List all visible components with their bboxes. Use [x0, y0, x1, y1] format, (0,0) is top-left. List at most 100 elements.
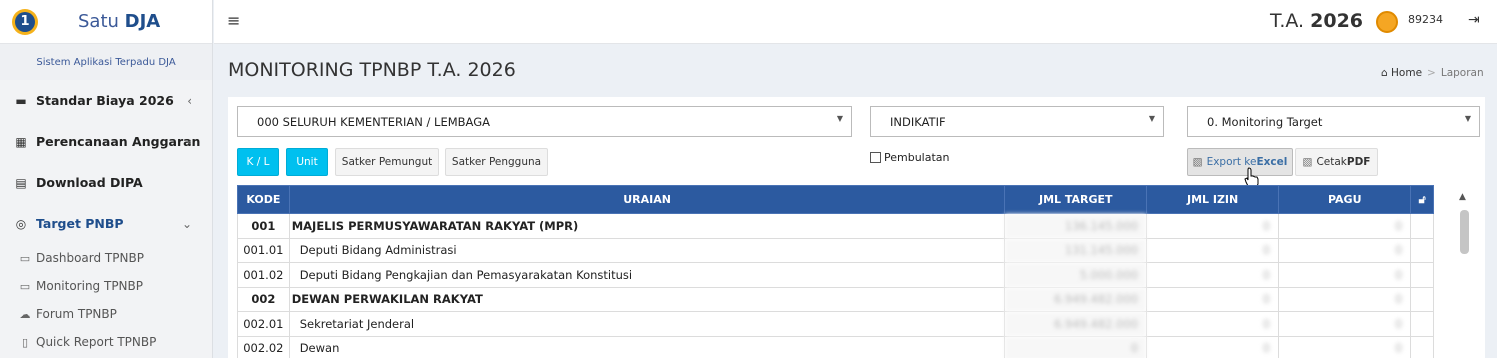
cell-jml-izin: 0	[1146, 237, 1280, 263]
chevron-left-icon: ‹	[187, 93, 192, 108]
cell-kode: 002.02	[237, 335, 290, 358]
page-title: MONITORING TPNBP T.A. 2026	[228, 59, 516, 81]
fiscal-year-label: T.A. 2026	[1270, 10, 1364, 32]
caret-down-icon: ▼	[1148, 114, 1155, 123]
cell-jml-target: 136.145.000	[1004, 213, 1148, 239]
monitor-icon: ▭	[19, 279, 31, 293]
cell-kode: 002.01	[237, 311, 290, 337]
cell-uraian: Deputi Bidang Pengkajian dan Pemasyaraka…	[288, 262, 1006, 288]
header-jml-izin[interactable]: JML IZIN	[1146, 185, 1280, 214]
table-row[interactable]: 002 DEWAN PERWAKILAN RAKYAT 6.949.482.00…	[237, 286, 1434, 312]
header-uraian[interactable]: URAIAN	[288, 185, 1006, 214]
cell-jml-izin: 0	[1146, 286, 1280, 312]
sidebar-subitem-quick-report-tpnbp[interactable]: ▯ Quick Report TPNBP	[0, 328, 212, 356]
cell-pagu: 0	[1278, 335, 1412, 358]
cell-kode: 002	[237, 286, 290, 312]
kl-button[interactable]: K / L	[237, 148, 279, 176]
cell-empty	[1410, 311, 1434, 337]
cloud-icon: ☁	[19, 307, 31, 321]
cell-uraian: Sekretariat Jenderal	[288, 311, 1006, 337]
table-row[interactable]: 002.01 Sekretariat Jenderal 6.949.482.00…	[237, 311, 1434, 337]
caret-down-icon: ▼	[1464, 114, 1471, 123]
hamburger-menu-icon[interactable]: ≡	[227, 11, 240, 30]
cell-jml-izin: 0	[1146, 335, 1280, 358]
cetak-pdf-button[interactable]: ▧ Cetak PDF	[1295, 148, 1378, 176]
cell-pagu: 0	[1278, 286, 1412, 312]
user-avatar[interactable]	[1376, 11, 1398, 33]
scroll-up-arrow-icon[interactable]: ▲	[1459, 192, 1466, 202]
breadcrumb-home[interactable]: Home	[1391, 67, 1422, 79]
cell-pagu: 0	[1278, 213, 1412, 239]
cell-kode: 001.02	[237, 262, 290, 288]
export-excel-button[interactable]: ▧ Export ke Excel	[1187, 148, 1293, 176]
table-row[interactable]: 001.02 Deputi Bidang Pengkajian dan Pema…	[237, 262, 1434, 288]
target-icon: ◎	[15, 216, 27, 231]
home-icon: ⌂	[1381, 67, 1388, 79]
chevron-down-icon: ⌄	[181, 216, 192, 231]
sidebar: 1 Satu DJA Sistem Aplikasi Terpadu DJA ▬…	[0, 0, 213, 358]
sidebar-subitem-forum-tpnbp[interactable]: ☁ Forum TPNBP	[0, 300, 212, 328]
system-title: Sistem Aplikasi Terpadu DJA	[0, 44, 212, 80]
cell-empty	[1410, 213, 1434, 239]
cell-pagu: 0	[1278, 262, 1412, 288]
app-name: Satu DJA	[78, 11, 161, 32]
satker-pengguna-button[interactable]: Satker Pengguna	[445, 148, 548, 176]
kementerian-select[interactable]: 000 SELURUH KEMENTERIAN / LEMBAGA ▼	[237, 106, 852, 137]
breadcrumb-separator-icon: >	[1427, 67, 1436, 79]
pembulatan-option[interactable]: Pembulatan	[870, 151, 950, 164]
lock-icon[interactable]: 🔓︎	[1410, 185, 1434, 214]
sidebar-item-perencanaan-anggaran[interactable]: ▦ Perencanaan Anggaran ‹	[0, 121, 212, 162]
sidebar-item-standar-biaya[interactable]: ▬ Standar Biaya 2026 ‹	[0, 80, 212, 121]
logout-icon[interactable]: ⇥	[1468, 12, 1480, 28]
sidebar-subitem-monitoring-tpnbp[interactable]: ▭ Monitoring TPNBP	[0, 272, 212, 300]
cell-jml-izin: 0	[1146, 262, 1280, 288]
laporan-select[interactable]: 0. Monitoring Target ▼	[1187, 106, 1480, 137]
jenis-select[interactable]: INDIKATIF ▼	[870, 106, 1164, 137]
calculator-icon: ▦	[15, 134, 27, 149]
cell-empty	[1410, 286, 1434, 312]
app-logo[interactable]: 1 Satu DJA	[0, 0, 212, 44]
cell-pagu: 0	[1278, 237, 1412, 263]
user-id[interactable]: 89234	[1408, 13, 1443, 26]
sidebar-subitem-label: Monitoring TPNBP	[36, 279, 143, 293]
cell-jml-target: 5.000.000	[1004, 262, 1148, 288]
kementerian-select-value: 000 SELURUH KEMENTERIAN / LEMBAGA	[257, 114, 490, 129]
cell-kode: 001	[237, 213, 290, 239]
file-icon: ▤	[15, 175, 27, 190]
header-pagu[interactable]: PAGU	[1278, 185, 1412, 214]
header-jml-target[interactable]: JML TARGET	[1004, 185, 1148, 214]
top-navbar: ≡ T.A. 2026 89234 ⇥	[214, 0, 1497, 44]
unit-button[interactable]: Unit	[286, 148, 328, 176]
cell-uraian: MAJELIS PERMUSYAWARATAN RAKYAT (MPR)	[288, 213, 1006, 239]
table-row[interactable]: 001 MAJELIS PERMUSYAWARATAN RAKYAT (MPR)…	[237, 213, 1434, 239]
table-row[interactable]: 001.01 Deputi Bidang Administrasi 131.14…	[237, 237, 1434, 263]
cell-uraian: DEWAN PERWAKILAN RAKYAT	[288, 286, 1006, 312]
scrollbar-thumb[interactable]	[1460, 210, 1469, 254]
caret-down-icon: ▼	[836, 114, 843, 123]
excel-file-icon: ▧	[1192, 156, 1203, 168]
cell-jml-target: 6.949.482.000	[1004, 286, 1148, 312]
breadcrumb-current: Laporan	[1440, 67, 1484, 79]
satker-pemungut-button[interactable]: Satker Pemungut	[335, 148, 439, 176]
laporan-select-value: 0. Monitoring Target	[1207, 114, 1323, 129]
cell-jml-target: 6.949.482.000	[1004, 311, 1148, 337]
cell-empty	[1410, 335, 1434, 358]
cell-jml-target: 0	[1004, 335, 1148, 358]
table-row[interactable]: 002.02 Dewan 0 0 0	[237, 335, 1434, 358]
main-panel: 000 SELURUH KEMENTERIAN / LEMBAGA ▼ INDI…	[228, 97, 1485, 358]
cell-jml-izin: 0	[1146, 213, 1280, 239]
table-scrollbar[interactable]: ▲	[1457, 192, 1471, 358]
pembulatan-checkbox[interactable]	[870, 152, 881, 163]
cell-uraian: Dewan	[288, 335, 1006, 358]
card-icon: ▬	[15, 93, 27, 108]
logo-badge-icon: 1	[12, 8, 38, 35]
cell-jml-target: 131.145.000	[1004, 237, 1148, 263]
sidebar-subitem-dashboard-tpnbp[interactable]: ▭ Dashboard TPNBP	[0, 244, 212, 272]
document-icon: ▯	[21, 335, 29, 349]
sidebar-item-download-dipa[interactable]: ▤ Download DIPA	[0, 162, 212, 203]
breadcrumb: ⌂ Home > Laporan	[1381, 67, 1484, 79]
sidebar-item-label: Perencanaan Anggaran	[36, 134, 201, 149]
header-kode[interactable]: KODE	[237, 185, 290, 214]
sidebar-item-label: Standar Biaya 2026	[36, 93, 174, 108]
sidebar-item-target-pnbp[interactable]: ◎ Target PNBP ⌄	[0, 203, 212, 244]
